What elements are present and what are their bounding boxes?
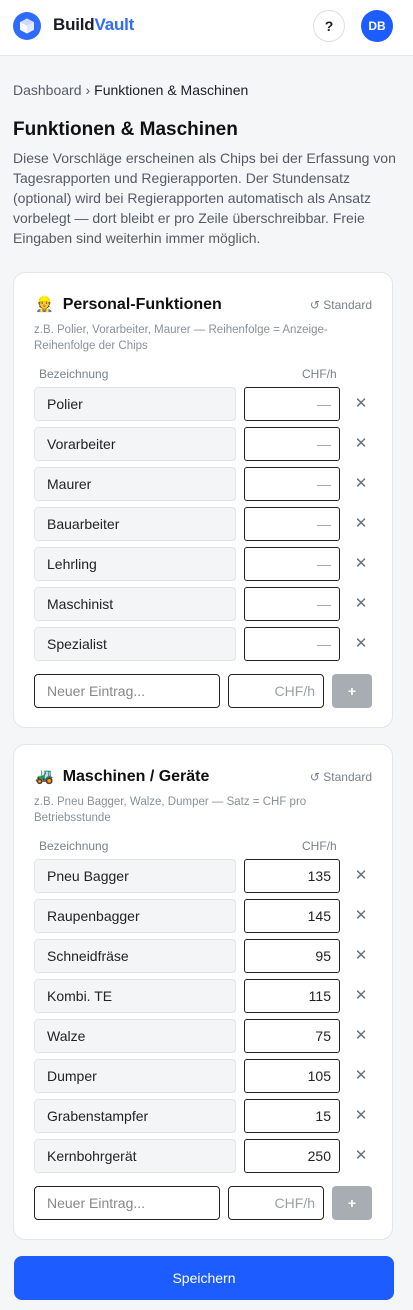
machine-row: Dumper 105 ✕: [34, 1059, 379, 1093]
delete-row-button[interactable]: ✕: [352, 387, 370, 421]
machines-card-header: 🚜 Maschinen / Geräte: [35, 768, 209, 786]
machine-row: Raupenbagger 145 ✕: [34, 899, 379, 933]
personal-add-button[interactable]: +: [332, 674, 372, 708]
personal-rate-field[interactable]: —: [244, 507, 340, 541]
personal-name-field[interactable]: Bauarbeiter: [34, 507, 236, 541]
worker-icon: 👷: [35, 296, 54, 313]
personal-add-row: Neuer Eintrag... CHF/h +: [34, 674, 374, 708]
personal-name-field[interactable]: Spezialist: [34, 627, 236, 661]
machine-rate-field[interactable]: 75: [244, 1019, 340, 1053]
page-description: Diese Vorschläge erscheinen als Chips be…: [13, 150, 396, 246]
personal-new-entry-input[interactable]: Neuer Eintrag...: [34, 674, 220, 708]
delete-row-button[interactable]: ✕: [352, 859, 370, 893]
delete-row-button[interactable]: ✕: [352, 547, 370, 581]
personal-row: Bauarbeiter — ✕: [34, 507, 379, 541]
machine-row: Grabenstampfer 15 ✕: [34, 1099, 379, 1133]
breadcrumb-dashboard-link[interactable]: Dashboard: [13, 82, 82, 98]
machines-new-rate-input[interactable]: CHF/h: [228, 1186, 324, 1220]
machine-name-field[interactable]: Pneu Bagger: [34, 859, 236, 893]
machine-rate-field[interactable]: 135: [244, 859, 340, 893]
machine-rate-field[interactable]: 115: [244, 979, 340, 1013]
personal-name-field[interactable]: Maurer: [34, 467, 236, 501]
delete-row-button[interactable]: ✕: [352, 1059, 370, 1093]
personal-reset-standard-button[interactable]: ↺ Standard: [310, 298, 372, 312]
help-button[interactable]: ?: [313, 10, 345, 42]
personal-row: Maurer — ✕: [34, 467, 379, 501]
machines-add-row: Neuer Eintrag... CHF/h +: [34, 1186, 374, 1220]
personal-col-name-header: Bezeichnung: [39, 367, 109, 381]
personal-card-header: 👷 Personal-Funktionen: [35, 296, 222, 314]
delete-row-button[interactable]: ✕: [352, 507, 370, 541]
breadcrumb: Dashboard › Funktionen & Maschinen: [13, 82, 248, 98]
delete-row-button[interactable]: ✕: [352, 979, 370, 1013]
personal-card-hint: z.B. Polier, Vorarbeiter, Maurer — Reihe…: [34, 324, 328, 352]
machine-name-field[interactable]: Schneidfräse: [34, 939, 236, 973]
machine-row: Schneidfräse 95 ✕: [34, 939, 379, 973]
personal-row: Polier — ✕: [34, 387, 379, 421]
machines-add-button[interactable]: +: [332, 1186, 372, 1220]
personal-rate-field[interactable]: —: [244, 547, 340, 581]
personal-row: Vorarbeiter — ✕: [34, 427, 379, 461]
breadcrumb-separator: ›: [85, 82, 91, 98]
machine-name-field[interactable]: Dumper: [34, 1059, 236, 1093]
delete-row-button[interactable]: ✕: [352, 587, 370, 621]
machine-row: Walze 75 ✕: [34, 1019, 379, 1053]
delete-row-button[interactable]: ✕: [352, 427, 370, 461]
breadcrumb-current: Funktionen & Maschinen: [94, 82, 249, 98]
machine-rate-field[interactable]: 250: [244, 1139, 340, 1173]
brand-primary: Build: [53, 15, 95, 34]
machines-card: 🚜 Maschinen / Geräte ↺ Standard z.B. Pne…: [13, 744, 393, 1240]
machines-col-name-header: Bezeichnung: [39, 839, 109, 853]
brand-accent: Vault: [94, 15, 135, 34]
tractor-icon: 🚜: [35, 768, 54, 785]
machine-name-field[interactable]: Walze: [34, 1019, 236, 1053]
personal-name-field[interactable]: Lehrling: [34, 547, 236, 581]
brand-name[interactable]: BuildVault: [53, 15, 134, 35]
delete-row-button[interactable]: ✕: [352, 939, 370, 973]
machine-rate-field[interactable]: 15: [244, 1099, 340, 1133]
machine-row: Kombi. TE 115 ✕: [34, 979, 379, 1013]
machines-new-entry-input[interactable]: Neuer Eintrag...: [34, 1186, 220, 1220]
machine-row: Pneu Bagger 135 ✕: [34, 859, 379, 893]
machine-name-field[interactable]: Raupenbagger: [34, 899, 236, 933]
machine-rate-field[interactable]: 95: [244, 939, 340, 973]
machines-card-hint: z.B. Pneu Bagger, Walze, Dumper — Satz =…: [34, 796, 307, 824]
logo-cube-icon[interactable]: [13, 12, 41, 40]
personal-name-field[interactable]: Vorarbeiter: [34, 427, 236, 461]
personal-rate-field[interactable]: —: [244, 387, 340, 421]
delete-row-button[interactable]: ✕: [352, 627, 370, 661]
personal-row: Spezialist — ✕: [34, 627, 379, 661]
machine-name-field[interactable]: Grabenstampfer: [34, 1099, 236, 1133]
machine-rate-field[interactable]: 145: [244, 899, 340, 933]
personal-functions-card: 👷 Personal-Funktionen ↺ Standard z.B. Po…: [13, 272, 393, 728]
personal-name-field[interactable]: Maschinist: [34, 587, 236, 621]
personal-rate-field[interactable]: —: [244, 587, 340, 621]
delete-row-button[interactable]: ✕: [352, 1139, 370, 1173]
delete-row-button[interactable]: ✕: [352, 1099, 370, 1133]
machines-card-title: Maschinen / Geräte: [62, 768, 210, 785]
machines-reset-standard-button[interactable]: ↺ Standard: [310, 770, 372, 784]
personal-card-title: Personal-Funktionen: [62, 296, 222, 313]
machine-rate-field[interactable]: 105: [244, 1059, 340, 1093]
machine-name-field[interactable]: Kombi. TE: [34, 979, 236, 1013]
personal-rate-field[interactable]: —: [244, 427, 340, 461]
top-bar: BuildVault ? DB: [0, 0, 413, 56]
delete-row-button[interactable]: ✕: [352, 467, 370, 501]
save-button[interactable]: Speichern: [14, 1256, 394, 1300]
user-avatar[interactable]: DB: [361, 10, 393, 42]
personal-row: Maschinist — ✕: [34, 587, 379, 621]
machines-col-rate-header: CHF/h: [302, 839, 337, 853]
personal-col-rate-header: CHF/h: [302, 367, 337, 381]
delete-row-button[interactable]: ✕: [352, 899, 370, 933]
personal-rate-field[interactable]: —: [244, 627, 340, 661]
page-title: Funktionen & Maschinen: [13, 119, 238, 140]
personal-row: Lehrling — ✕: [34, 547, 379, 581]
delete-row-button[interactable]: ✕: [352, 1019, 370, 1053]
personal-rate-field[interactable]: —: [244, 467, 340, 501]
personal-name-field[interactable]: Polier: [34, 387, 236, 421]
machine-row: Kernbohrgerät 250 ✕: [34, 1139, 379, 1173]
personal-new-rate-input[interactable]: CHF/h: [228, 674, 324, 708]
machine-name-field[interactable]: Kernbohrgerät: [34, 1139, 236, 1173]
